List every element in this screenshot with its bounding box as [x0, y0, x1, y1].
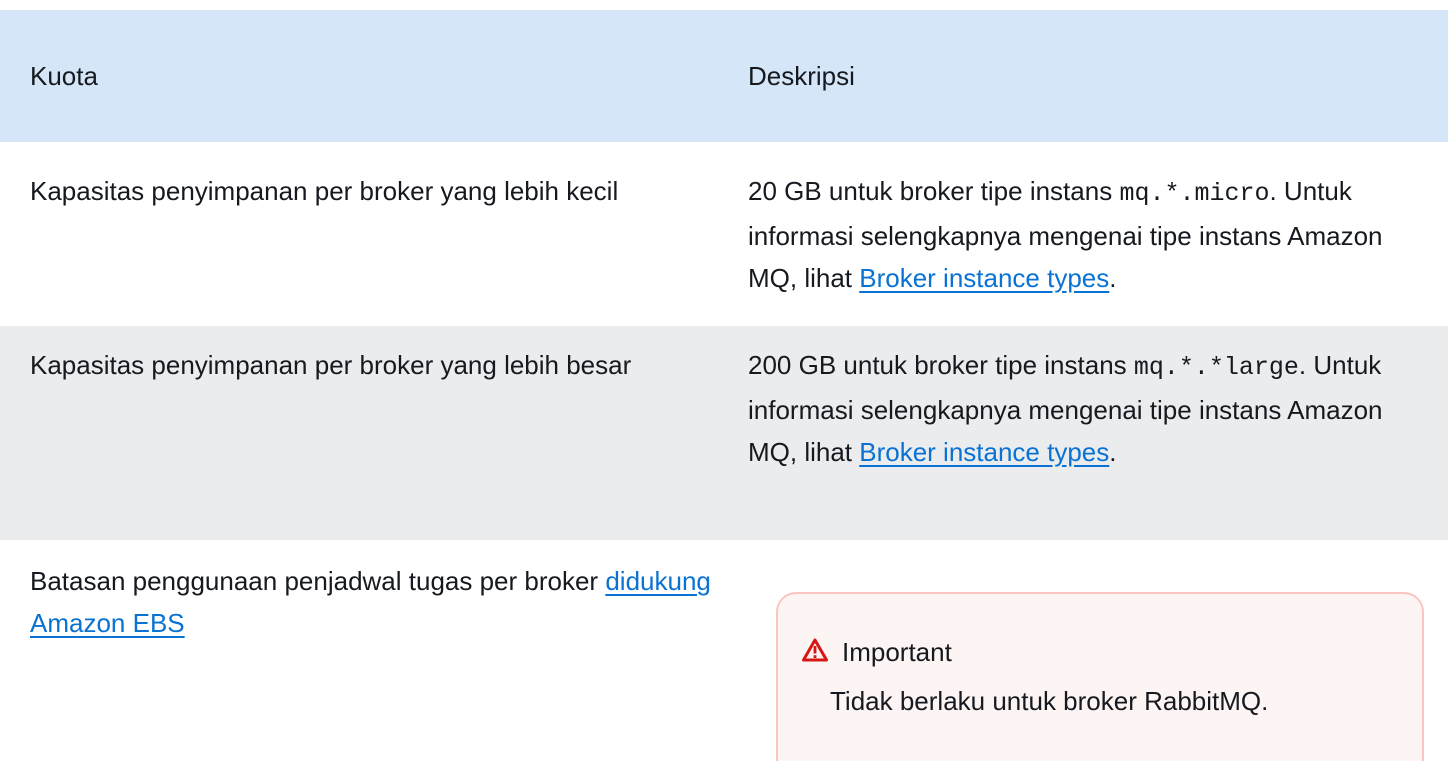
- broker-instance-types-link[interactable]: Broker instance types: [859, 437, 1109, 467]
- description-suffix: .: [1109, 263, 1117, 293]
- table-header: Kuota Deskripsi: [0, 10, 1448, 142]
- instance-type-code: mq.*.micro: [1119, 179, 1270, 208]
- description-text: 200 GB untuk broker tipe instans: [748, 350, 1134, 380]
- warning-triangle-icon: [802, 638, 828, 667]
- quota-table: Kuota Deskripsi Kapasitas penyimpanan pe…: [0, 0, 1448, 761]
- important-title: Important: [842, 636, 952, 667]
- column-header-quota: Kuota: [30, 61, 98, 91]
- instance-type-code: mq.*.*large: [1133, 353, 1299, 382]
- important-body: Tidak berlaku untuk broker RabbitMQ.: [830, 686, 1269, 716]
- broker-instance-types-link[interactable]: Broker instance types: [859, 263, 1109, 293]
- quota-cell: Kapasitas penyimpanan per broker yang le…: [30, 176, 619, 206]
- table-row: Kapasitas penyimpanan per broker yang le…: [0, 142, 1448, 326]
- description-suffix: .: [1109, 437, 1117, 467]
- description-cell: 20 GB untuk broker tipe instans mq.*.mic…: [748, 170, 1428, 299]
- description-cell: 200 GB untuk broker tipe instans mq.*.*l…: [748, 344, 1428, 473]
- quota-cell: Kapasitas penyimpanan per broker yang le…: [30, 350, 632, 380]
- important-alert: Important Tidak berlaku untuk broker Rab…: [776, 592, 1424, 761]
- description-text: 20 GB untuk broker tipe instans: [748, 176, 1120, 206]
- quota-text: Batasan penggunaan penjadwal tugas per b…: [30, 566, 606, 596]
- column-header-description: Deskripsi: [748, 61, 855, 91]
- quota-cell: Batasan penggunaan penjadwal tugas per b…: [30, 560, 720, 644]
- table-row: Kapasitas penyimpanan per broker yang le…: [0, 326, 1448, 540]
